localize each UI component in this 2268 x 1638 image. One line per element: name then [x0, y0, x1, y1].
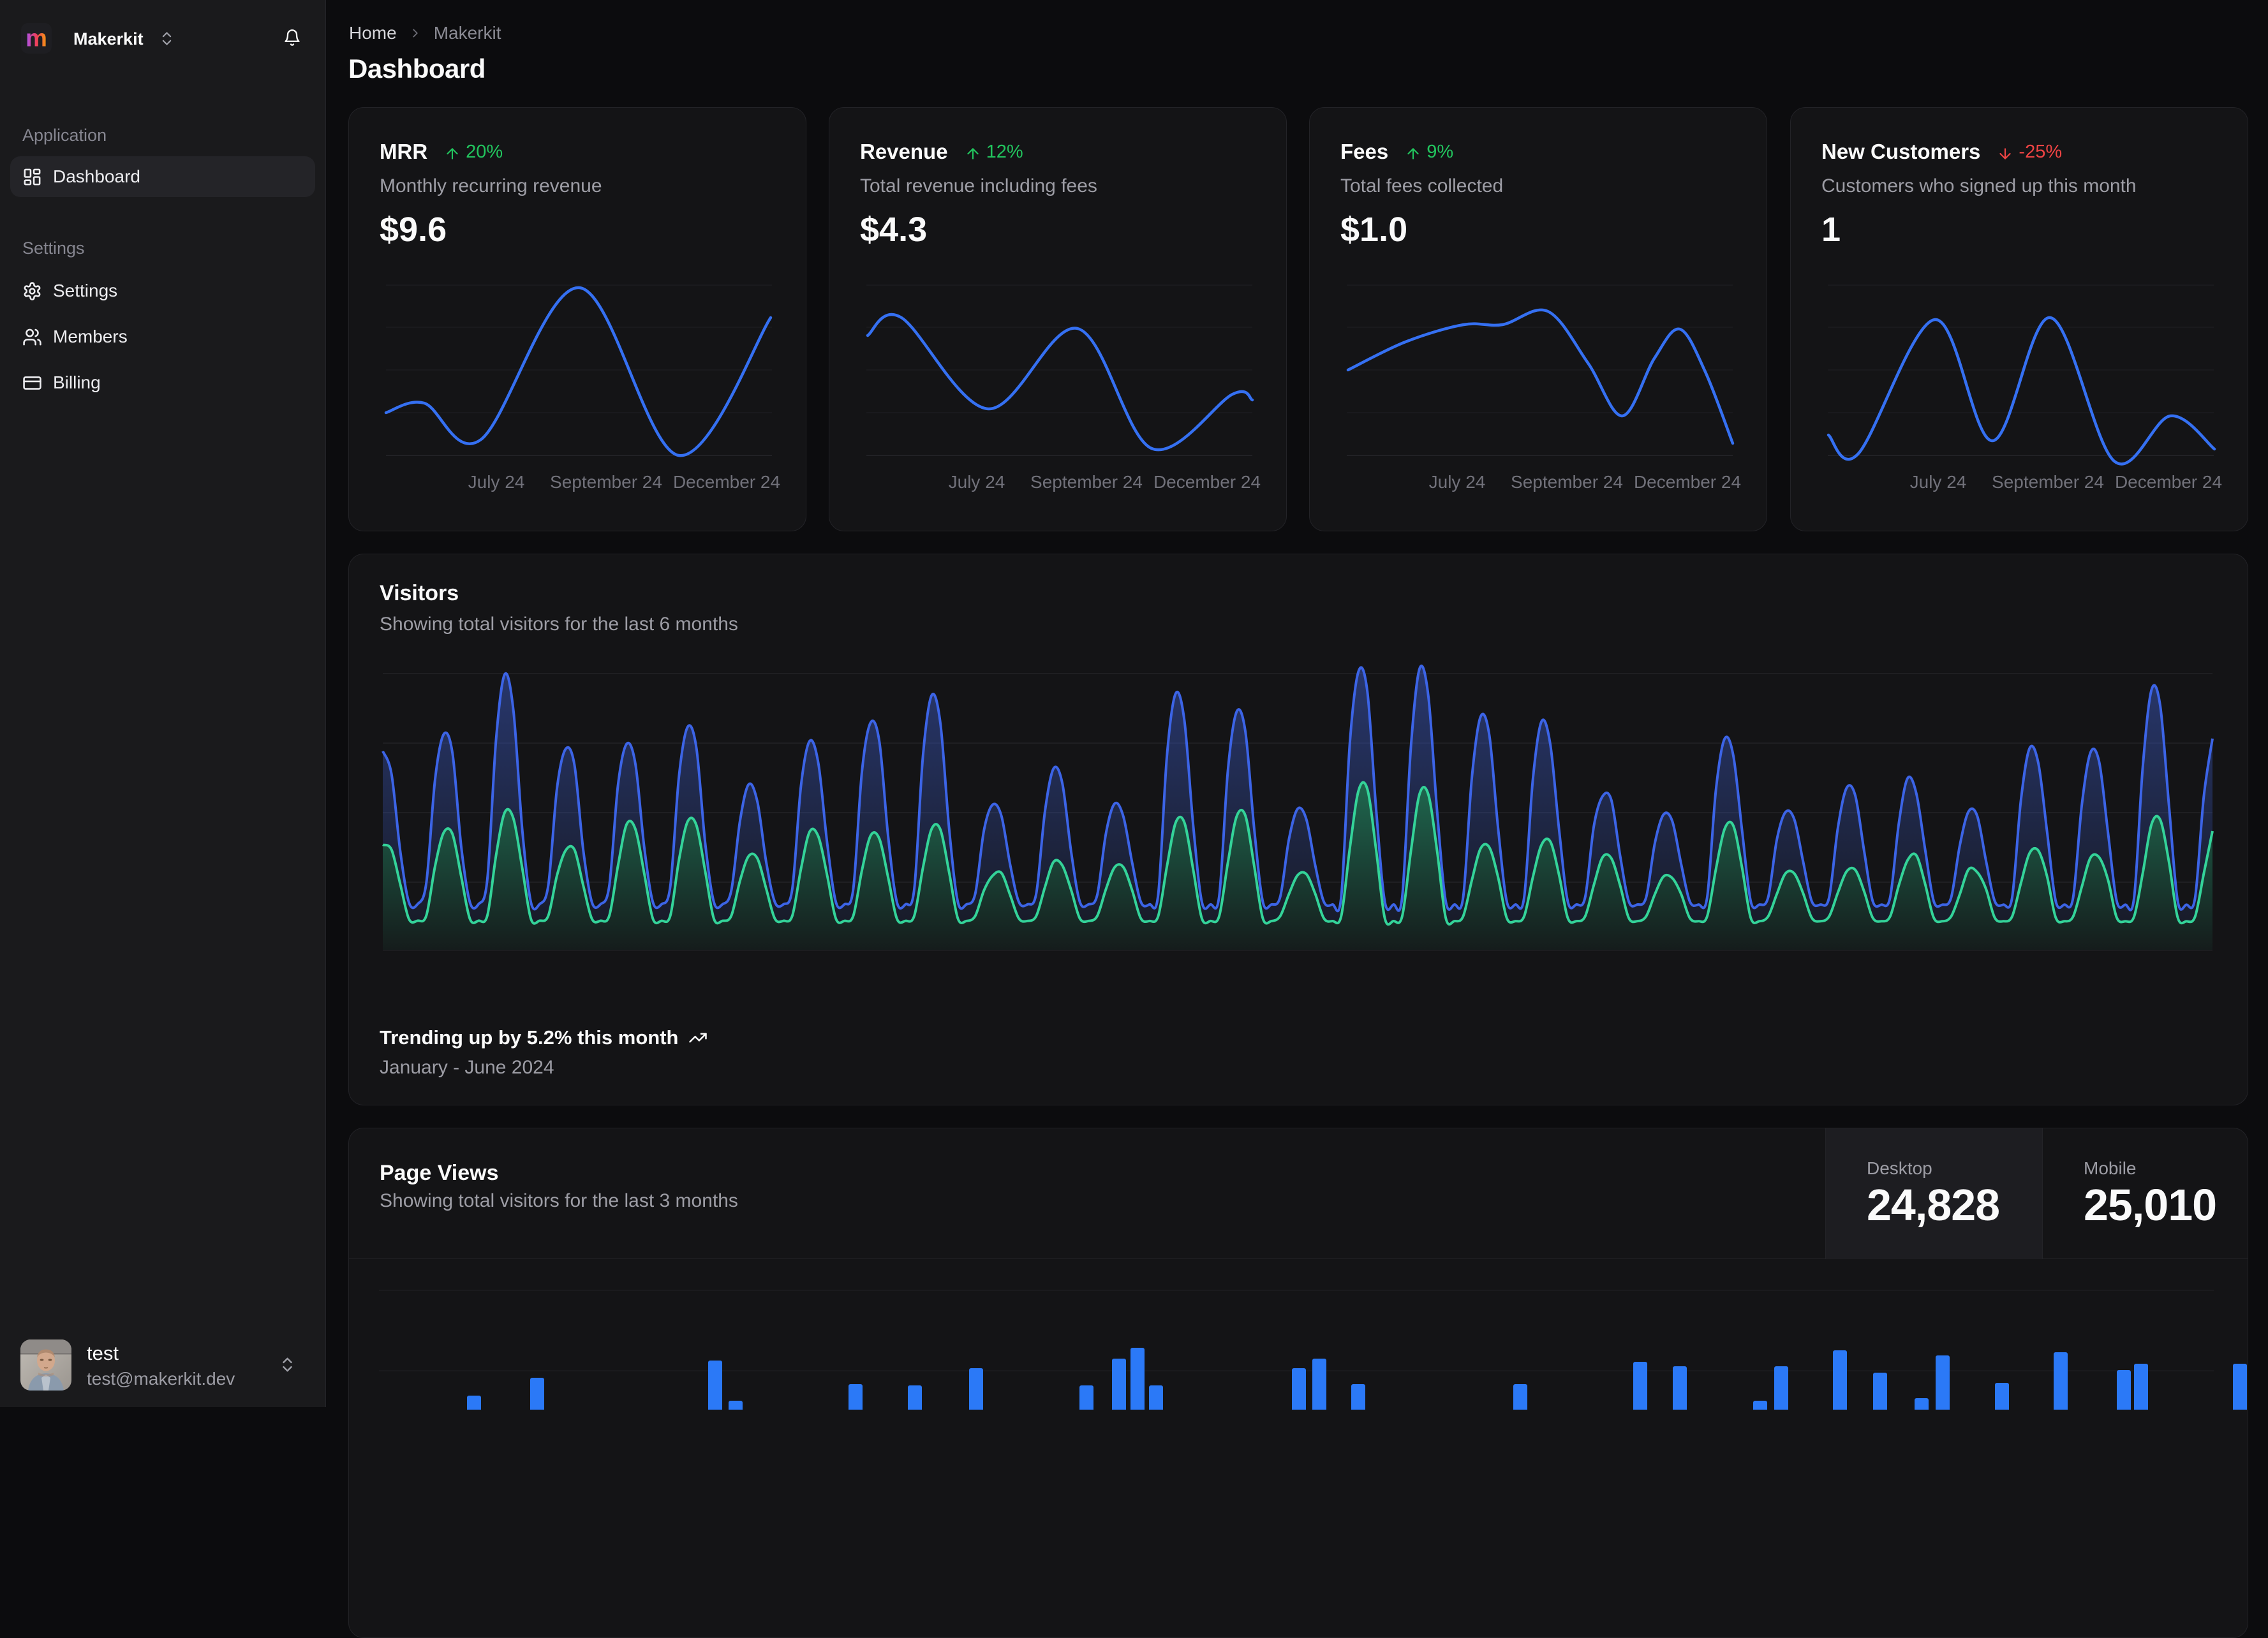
svg-text:m: m — [26, 26, 47, 52]
